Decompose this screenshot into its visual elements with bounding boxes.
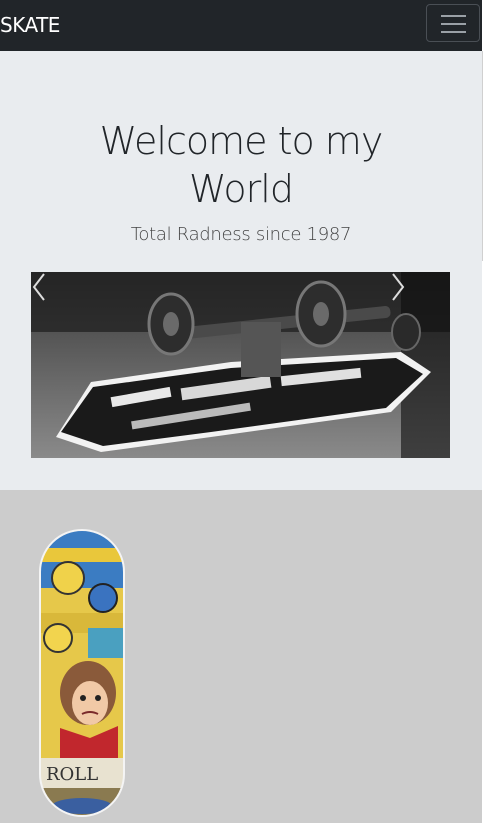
chevron-right-icon — [392, 273, 405, 301]
title-line: Welcome to my — [99, 119, 384, 163]
product-section: ROLL — [0, 490, 482, 823]
carousel-prev-button[interactable] — [31, 272, 91, 458]
hero-lead: Total Radness since 1987 — [130, 224, 352, 245]
hero-section: Welcome to my World Total Radness since … — [0, 51, 482, 490]
page-title: Welcome to my World — [0, 117, 482, 213]
carousel-next-button[interactable] — [390, 272, 450, 458]
navbar: SKATE — [0, 0, 482, 51]
navbar-toggle-button[interactable] — [426, 4, 480, 42]
hamburger-menu-icon — [441, 15, 466, 17]
skateboard-deck-graphic: ROLL — [39, 529, 125, 817]
skateboard-deck-image[interactable]: ROLL — [38, 528, 126, 818]
chevron-left-icon — [32, 273, 45, 301]
deck-art-text: ROLL — [46, 764, 98, 785]
navbar-brand[interactable]: SKATE — [0, 13, 60, 37]
title-line: World — [189, 167, 294, 211]
image-carousel[interactable] — [31, 272, 450, 458]
hamburger-bar — [441, 31, 466, 33]
hamburger-bar — [441, 23, 466, 25]
skateboard-photo — [31, 272, 450, 458]
